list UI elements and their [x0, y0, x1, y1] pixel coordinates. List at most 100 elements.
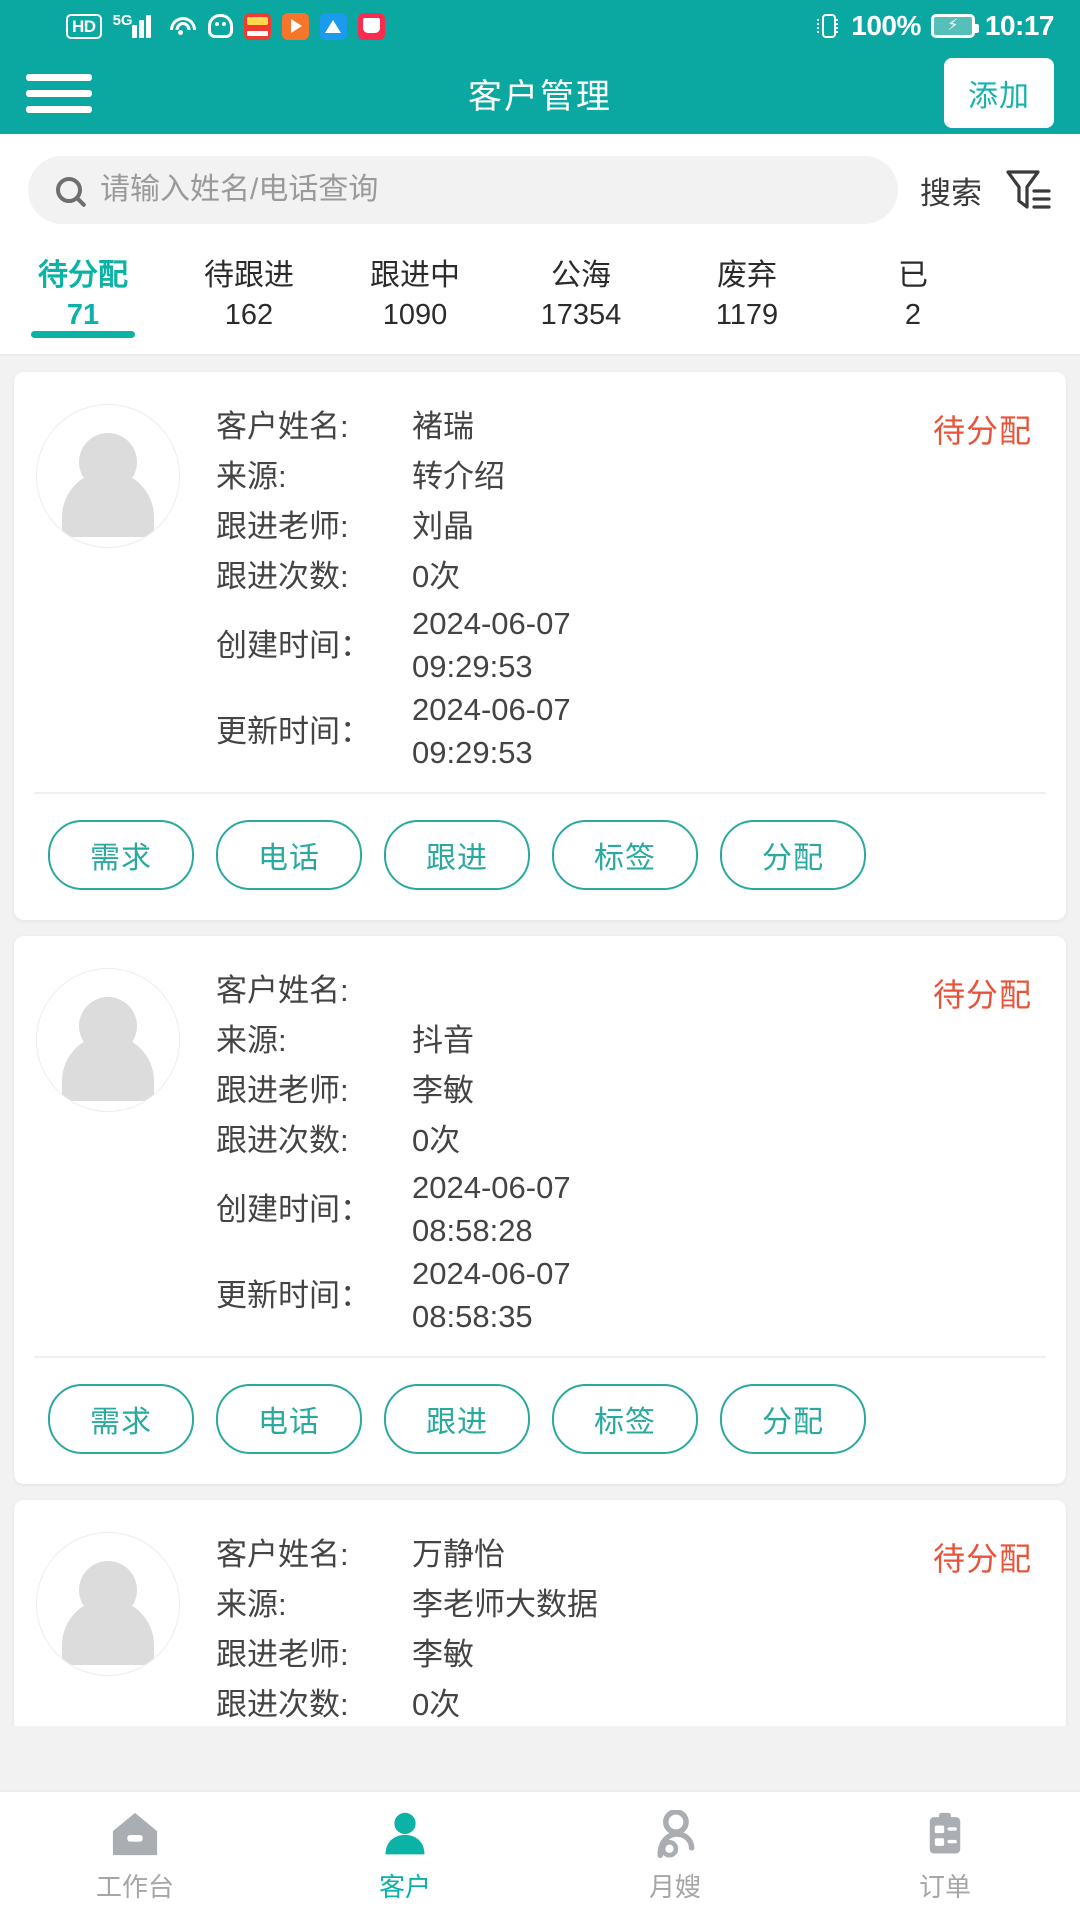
- field-row-followup-teacher: 跟进老师:李敏: [216, 1630, 1044, 1680]
- field-row-customer-source: 来源:抖音: [216, 1016, 1044, 1066]
- tab-label: 待跟进: [166, 256, 332, 296]
- customer-card-body: 客户姓名:褚瑞来源:转介绍跟进老师:刘晶跟进次数:0次创建时间：2024-06-…: [14, 372, 1066, 792]
- ghost-app-icon: [208, 14, 233, 38]
- field-label: 跟进次数:: [216, 1116, 412, 1166]
- tab-count: 1179: [664, 296, 830, 334]
- tab-5[interactable]: 已2: [830, 250, 996, 334]
- field-label: 客户姓名:: [216, 966, 412, 1016]
- nav-item-label: 工作台: [96, 1867, 174, 1904]
- customer-fields: 客户姓名:来源:抖音跟进老师:李敏跟进次数:0次创建时间：2024-06-070…: [216, 962, 1044, 1338]
- tab-count: 17354: [498, 296, 664, 334]
- bottom-navigation-bar[interactable]: 工作台 客户月嫂订单: [0, 1790, 1080, 1920]
- hd-icon: HD: [66, 14, 102, 39]
- followup-teacher-value: 李敏: [412, 1630, 474, 1680]
- field-row-followup-count: 跟进次数:0次: [216, 552, 1044, 602]
- page-title: 客户管理: [0, 69, 1080, 118]
- clipboard-icon: [919, 1809, 971, 1859]
- battery-charging-icon: ⚡: [931, 14, 975, 38]
- avatar: [36, 1532, 180, 1676]
- field-label: 创建时间：: [216, 1188, 412, 1231]
- customer-name-value: 万静怡: [412, 1530, 505, 1580]
- followup-teacher-value: 刘晶: [412, 502, 474, 552]
- customer-card[interactable]: 客户姓名:来源:抖音跟进老师:李敏跟进次数:0次创建时间：2024-06-070…: [14, 936, 1066, 1484]
- search-field-container[interactable]: [28, 156, 898, 224]
- field-row-followup-count: 跟进次数:0次: [216, 1116, 1044, 1166]
- tab-count: 71: [0, 296, 166, 334]
- person-icon: [379, 1809, 431, 1859]
- tab-label: 公海: [498, 256, 664, 296]
- filter-funnel-icon[interactable]: [1004, 167, 1052, 213]
- created-time-value: 2024-06-07 09:29:53: [412, 602, 571, 688]
- action-button-2[interactable]: 跟进: [384, 820, 530, 890]
- nav-item-1[interactable]: 客户: [270, 1792, 540, 1920]
- tab-0[interactable]: 待分配71: [0, 250, 166, 334]
- updated-time-date: 2024-06-07: [412, 692, 571, 727]
- created-time-clock: 08:58:28: [412, 1213, 533, 1248]
- followup-count-value: 0次: [412, 1116, 460, 1166]
- action-button-4[interactable]: 分配: [720, 820, 866, 890]
- status-badge: 待分配: [933, 406, 1032, 452]
- field-row-customer-name: 客户姓名:褚瑞: [216, 402, 1044, 452]
- nav-item-label: 订单: [919, 1867, 971, 1904]
- nanny-icon: [649, 1809, 701, 1859]
- field-label: 创建时间：: [216, 624, 412, 667]
- customer-card-body: 客户姓名:来源:抖音跟进老师:李敏跟进次数:0次创建时间：2024-06-070…: [14, 936, 1066, 1356]
- search-input[interactable]: [100, 173, 870, 207]
- created-time-date: 2024-06-07: [412, 1170, 571, 1205]
- battery-percent-label: 100%: [851, 10, 921, 42]
- avatar: [36, 404, 180, 548]
- field-row-customer-source: 来源:转介绍: [216, 452, 1044, 502]
- nav-item-2[interactable]: 月嫂: [540, 1792, 810, 1920]
- followup-count-value: 0次: [412, 552, 460, 602]
- created-time-clock: 09:29:53: [412, 649, 533, 684]
- customer-card[interactable]: 客户姓名:万静怡来源:李老师大数据跟进老师:李敏跟进次数:0次创建时间：2024…: [14, 1500, 1066, 1726]
- customer-management-screen: HD 5G 100% ⚡ 10:17 客户管理 添加: [0, 0, 1080, 1920]
- action-button-1[interactable]: 电话: [216, 820, 362, 890]
- action-button-0[interactable]: 需求: [48, 820, 194, 890]
- signal-network-type: 5G: [113, 12, 133, 29]
- action-button-2[interactable]: 跟进: [384, 1384, 530, 1454]
- field-row-followup-teacher: 跟进老师:刘晶: [216, 502, 1044, 552]
- red-book-app-icon: [358, 13, 385, 40]
- action-button-1[interactable]: 电话: [216, 1384, 362, 1454]
- field-row-updated-time: 更新时间：2024-06-0709:29:53: [216, 688, 1044, 774]
- field-row-created-time: 创建时间：2024-06-07 09:29:53: [216, 602, 1044, 688]
- search-bar: 搜索: [0, 134, 1080, 246]
- search-button[interactable]: 搜索: [920, 168, 982, 213]
- nav-item-0[interactable]: 工作台: [0, 1792, 270, 1920]
- add-customer-button[interactable]: 添加: [944, 58, 1054, 128]
- customer-card[interactable]: 客户姓名:褚瑞来源:转介绍跟进老师:刘晶跟进次数:0次创建时间：2024-06-…: [14, 372, 1066, 920]
- search-icon: [56, 177, 82, 203]
- nav-item-3[interactable]: 订单: [810, 1792, 1080, 1920]
- customer-fields: 客户姓名:万静怡来源:李老师大数据跟进老师:李敏跟进次数:0次创建时间：2024…: [216, 1526, 1044, 1726]
- created-time-date: 2024-06-07: [412, 606, 571, 641]
- field-label: 来源:: [216, 1580, 412, 1630]
- card-action-row: 需求电话跟进标签分配: [14, 1358, 1066, 1484]
- followup-teacher-value: 李敏: [412, 1066, 474, 1116]
- action-button-4[interactable]: 分配: [720, 1384, 866, 1454]
- customer-source-value: 转介绍: [412, 452, 505, 502]
- vibrate-icon: [817, 12, 841, 40]
- status-tab-bar[interactable]: 待分配71待跟进162跟进中1090公海17354废弃1179已2: [0, 246, 1080, 354]
- field-label: 更新时间：: [216, 1274, 412, 1317]
- tab-label: 待分配: [0, 256, 166, 296]
- field-row-followup-count: 跟进次数:0次: [216, 1680, 1044, 1726]
- action-button-0[interactable]: 需求: [48, 1384, 194, 1454]
- tab-label: 废弃: [664, 256, 830, 296]
- tab-1[interactable]: 待跟进162: [166, 250, 332, 334]
- status-bar-left-icons: HD 5G: [26, 13, 817, 40]
- tab-2[interactable]: 跟进中1090: [332, 250, 498, 334]
- blue-cloud-app-icon: [320, 13, 347, 40]
- action-button-3[interactable]: 标签: [552, 1384, 698, 1454]
- field-label: 客户姓名:: [216, 1530, 412, 1580]
- hamburger-menu-icon[interactable]: [26, 74, 92, 113]
- field-label: 更新时间：: [216, 710, 412, 753]
- customer-card-body: 客户姓名:万静怡来源:李老师大数据跟进老师:李敏跟进次数:0次创建时间：2024…: [14, 1500, 1066, 1726]
- tab-count: 2: [830, 296, 996, 334]
- tab-4[interactable]: 废弃1179: [664, 250, 830, 334]
- tab-3[interactable]: 公海17354: [498, 250, 664, 334]
- customer-list[interactable]: 客户姓名:褚瑞来源:转介绍跟进老师:刘晶跟进次数:0次创建时间：2024-06-…: [0, 356, 1080, 1726]
- updated-time-value: 2024-06-0709:29:53: [412, 688, 571, 774]
- action-button-3[interactable]: 标签: [552, 820, 698, 890]
- app-bar: 客户管理 添加: [0, 52, 1080, 134]
